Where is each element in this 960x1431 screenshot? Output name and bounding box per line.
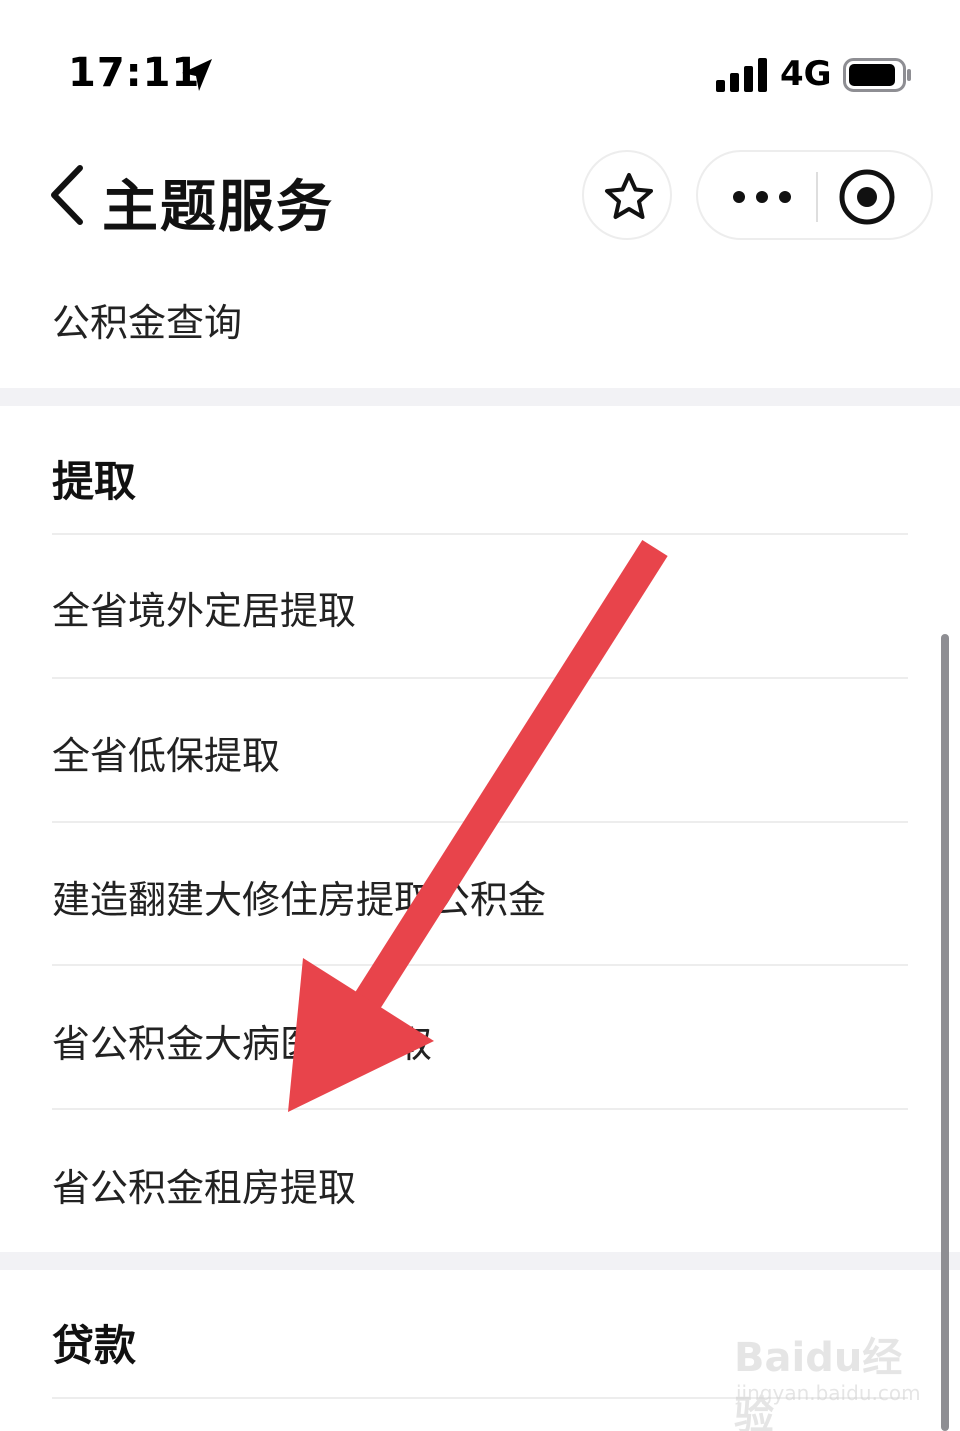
network-type: 4G [780, 54, 832, 94]
scrollbar[interactable] [941, 634, 949, 1431]
favorite-button[interactable] [582, 150, 672, 240]
divider [52, 821, 908, 823]
watermark-logo: Baidu经验 [734, 1335, 903, 1431]
divider [52, 964, 908, 966]
section-gap [0, 1252, 960, 1270]
list-item-housing-fund-query[interactable]: 公积金查询 [52, 292, 242, 347]
miniapp-capsule [696, 150, 933, 240]
list-item[interactable]: 建造翻建大修住房提取公积金 [52, 869, 546, 924]
divider [52, 677, 908, 679]
list-item-rent-withdrawal[interactable]: 省公积金租房提取 [52, 1157, 356, 1212]
watermark-url: jingyan.baidu.com [736, 1381, 921, 1405]
list-item[interactable]: 全省低保提取 [52, 725, 280, 780]
list-item[interactable]: 全省境外定居提取 [52, 580, 356, 635]
capsule-divider [816, 172, 818, 222]
location-arrow-icon [182, 59, 212, 91]
nav-bar: 主题服务 [0, 140, 960, 250]
more-dots-icon[interactable] [732, 190, 792, 204]
page-title: 主题服务 [102, 175, 334, 240]
star-icon [605, 173, 653, 219]
watermark: Baidu经验 jingyan.baidu.com [734, 1325, 934, 1431]
section-title-loan: 贷款 [52, 1321, 137, 1370]
close-miniapp-icon[interactable] [838, 168, 896, 226]
back-chevron-icon[interactable] [46, 164, 88, 226]
battery-icon [843, 58, 911, 92]
divider [52, 533, 908, 535]
section-gap [0, 388, 960, 406]
section-title-withdrawal: 提取 [52, 457, 137, 506]
divider [52, 1108, 908, 1110]
signal-bars-icon [716, 58, 767, 92]
list-item[interactable]: 省公积金大病医疗提取 [52, 1013, 432, 1068]
status-bar: 17:11 4G [0, 0, 960, 140]
